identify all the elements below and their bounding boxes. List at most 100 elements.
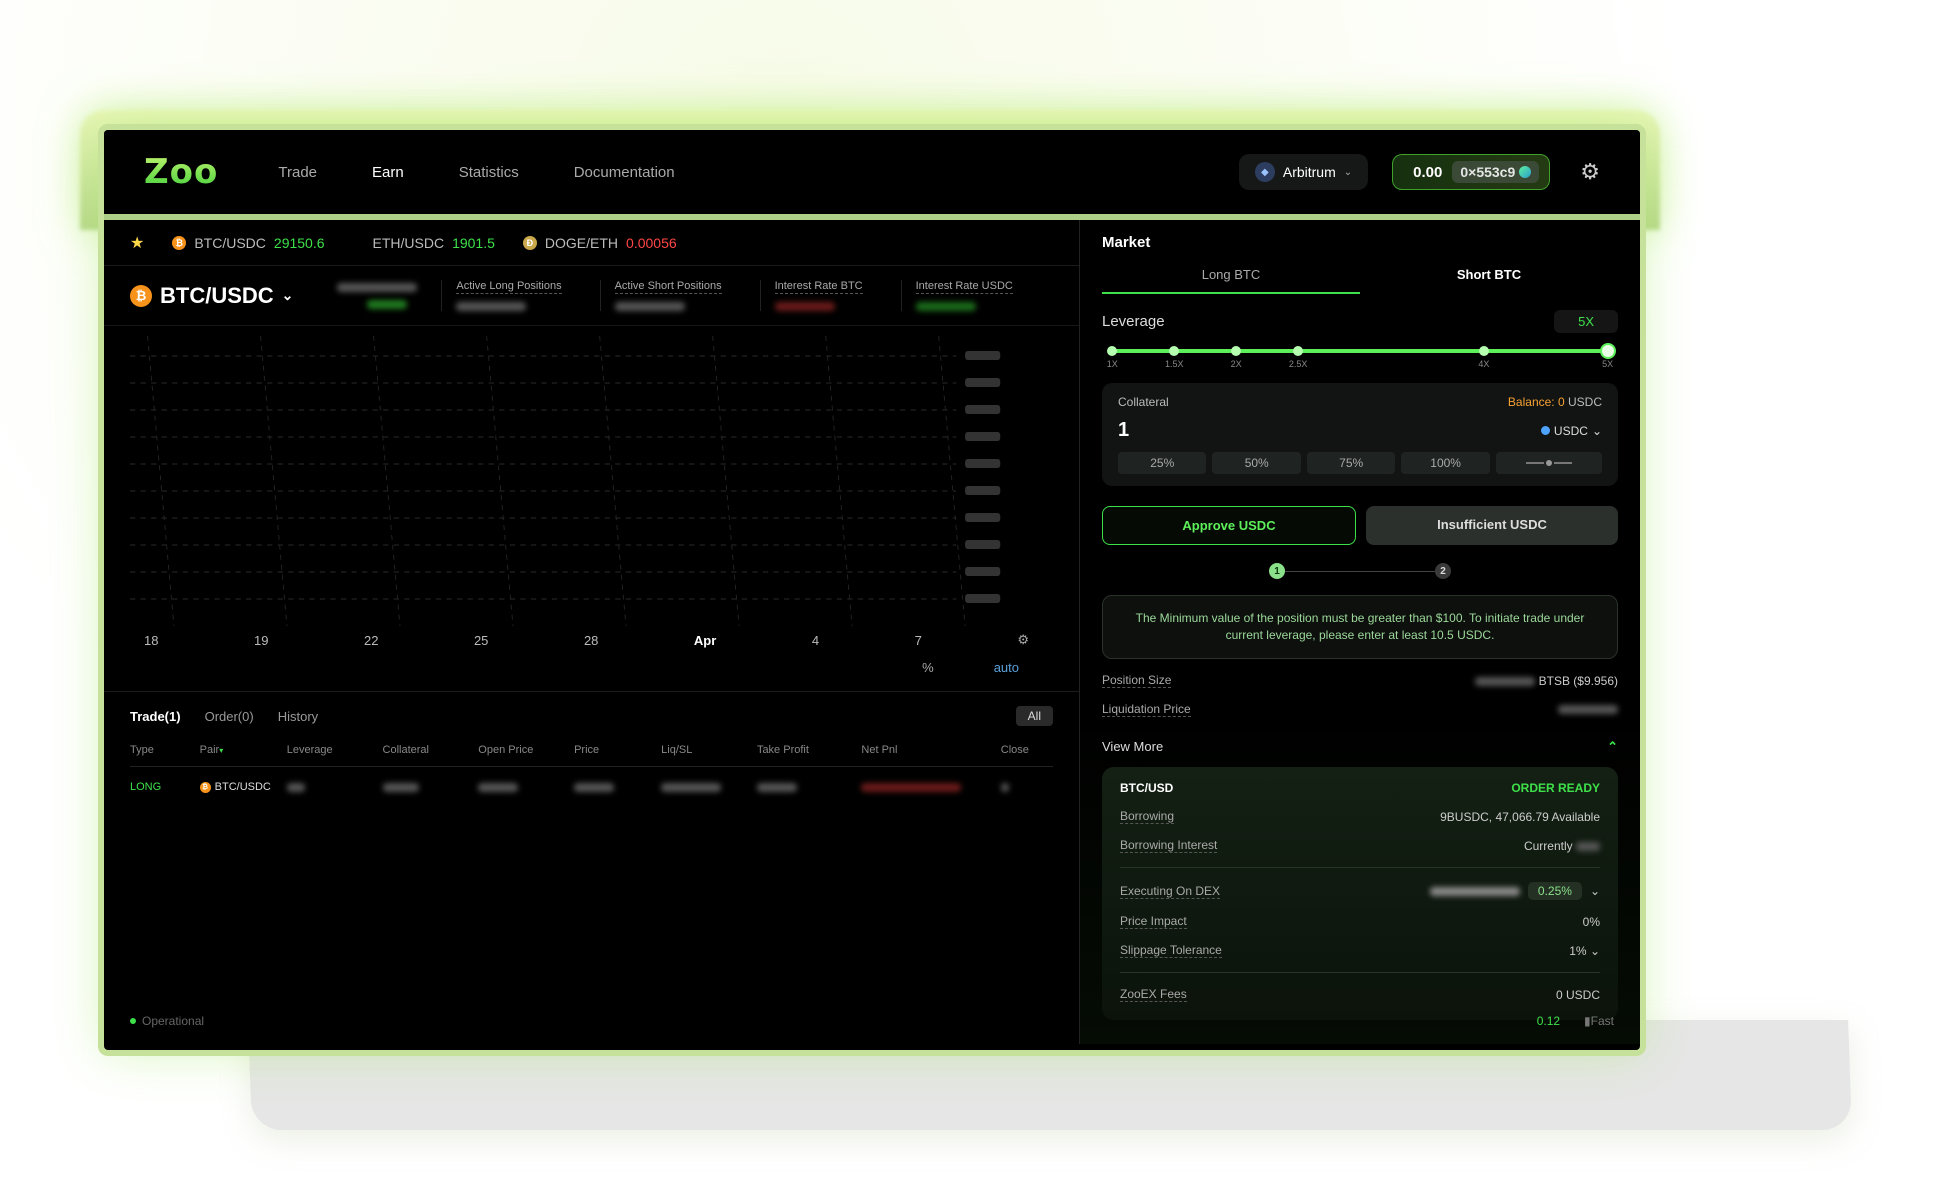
slider-tick-label: 4X xyxy=(1478,359,1490,369)
token-selector[interactable]: USDC ⌄ xyxy=(1540,423,1602,438)
tab-short[interactable]: Short BTC xyxy=(1360,261,1618,294)
tab-long[interactable]: Long BTC xyxy=(1102,261,1360,294)
order-pair: BTC/USD xyxy=(1120,781,1174,795)
chevron-down-icon: ⌄ xyxy=(1591,423,1602,438)
x-tick-label: 4 xyxy=(811,632,820,648)
y-tick-label xyxy=(965,405,1001,414)
slider-stop[interactable] xyxy=(1169,346,1180,356)
slider-stop[interactable] xyxy=(1293,346,1304,356)
positions-table: Type Pair▾ Leverage Collateral Open Pric… xyxy=(130,744,1053,807)
pct-50-button[interactable]: 50% xyxy=(1212,452,1301,474)
y-tick-label xyxy=(965,594,1001,603)
minimum-notice: The Minimum value of the position must b… xyxy=(1102,595,1618,659)
chevron-up-icon: ⌃ xyxy=(1607,739,1618,754)
y-tick-label xyxy=(965,540,1001,549)
grid-line-v xyxy=(486,335,514,627)
grid-line-v xyxy=(712,335,740,627)
slippage-row: Slippage Tolerance 1% ⌄ xyxy=(1120,943,1600,958)
chart-settings-icon[interactable]: ⚙ xyxy=(1017,632,1029,648)
y-tick-label xyxy=(965,378,1001,387)
price-impact-row: Price Impact 0% xyxy=(1120,914,1600,929)
x-tick-label: 25 xyxy=(473,632,489,648)
pct-25-button[interactable]: 25% xyxy=(1118,452,1207,474)
stat-active-short: Active Short Positions xyxy=(599,280,736,311)
y-tick-label xyxy=(965,486,1001,495)
slider-tick-label: 1.5X xyxy=(1164,359,1184,369)
view-more-toggle[interactable]: View More ⌃ xyxy=(1102,739,1618,755)
btc-icon: ₿ xyxy=(130,284,152,307)
nav-earn[interactable]: Earn xyxy=(372,164,404,181)
tab-trade[interactable]: Trade(1) xyxy=(130,709,181,724)
table-row[interactable]: LONG ₿ BTC/USDC xyxy=(130,767,1053,807)
collateral-label: Collateral xyxy=(1118,395,1169,409)
chevron-down-icon: ⌄ xyxy=(1589,943,1600,958)
slider-tick-label: 2X xyxy=(1230,359,1242,369)
custom-percent-slider[interactable] xyxy=(1495,452,1603,474)
favorite-star-icon[interactable]: ★ xyxy=(130,233,144,253)
stat-interest-usdc: Interest Rate USDC xyxy=(900,280,1027,311)
nav-trade[interactable]: Trade xyxy=(278,164,317,181)
percent-buttons: 25% 50% 75% 100% xyxy=(1118,452,1603,474)
wallet-balance: 0.00 xyxy=(1413,163,1443,181)
filter-all-button[interactable]: All xyxy=(1015,706,1053,726)
leverage-slider[interactable]: 1X 1.5X 2X 2.5X 4X 5X xyxy=(1102,339,1618,375)
slider-thumb[interactable] xyxy=(1599,343,1616,359)
panel-title: Market xyxy=(1102,234,1151,251)
executing-dex-row: Executing On DEX 0.25% ⌄ xyxy=(1120,882,1600,900)
stat-interest-btc: Interest Rate BTC xyxy=(759,280,877,311)
chevron-down-icon: ⌄ xyxy=(281,287,294,303)
x-tick-label: Apr xyxy=(693,632,717,648)
chart-options: % auto xyxy=(104,654,1079,681)
sort-pair[interactable]: Pair▾ xyxy=(200,744,287,756)
grid-line-v xyxy=(373,335,401,627)
collateral-input[interactable] xyxy=(1118,419,1318,442)
step-1: 1 xyxy=(1269,563,1285,579)
settings-gear-icon[interactable]: ⚙ xyxy=(1580,159,1600,185)
auto-scale-toggle[interactable]: auto xyxy=(994,660,1019,675)
pair-selector[interactable]: ₿ BTC/USDC ⌄ xyxy=(130,283,293,309)
leverage-value-input[interactable]: 5X xyxy=(1554,310,1618,333)
doge-icon: Ð xyxy=(522,235,537,250)
logo[interactable]: Zoo xyxy=(144,152,218,192)
status-indicator: Operational xyxy=(130,1014,204,1028)
y-tick-label xyxy=(965,459,1001,468)
arbitrum-icon: ◆ xyxy=(1254,162,1275,182)
usdc-icon xyxy=(1540,426,1550,435)
network-label: Arbitrum xyxy=(1282,164,1336,180)
nav-documentation[interactable]: Documentation xyxy=(574,164,675,181)
order-details: BTC/USD ORDER READY Borrowing 9BUSDC, 47… xyxy=(1102,767,1618,1020)
x-tick-label: 7 xyxy=(914,632,922,648)
insufficient-usdc-button[interactable]: Insufficient USDC xyxy=(1366,506,1618,545)
slider-tick-label: 2.5X xyxy=(1288,359,1308,369)
price-chart[interactable] xyxy=(130,326,1053,627)
ticker-item[interactable]: ₿ BTC/USDC 29150.6 xyxy=(172,235,325,251)
fees-row: ZooEX Fees 0 USDC xyxy=(1120,987,1600,1002)
slider-stop[interactable] xyxy=(1231,346,1242,356)
x-tick-label: 22 xyxy=(363,632,379,648)
ticker-item[interactable]: Ð DOGE/ETH 0.00056 xyxy=(522,235,677,251)
status-footer: 0.12 ▮Fast xyxy=(1537,1014,1614,1028)
approve-usdc-button[interactable]: Approve USDC xyxy=(1102,506,1356,545)
percent-scale-toggle[interactable]: % xyxy=(922,660,934,675)
btc-icon: ₿ xyxy=(172,235,187,250)
pct-100-button[interactable]: 100% xyxy=(1401,452,1490,474)
slider-stop[interactable] xyxy=(1478,346,1489,356)
btc-icon: ₿ xyxy=(199,781,211,793)
nav-statistics[interactable]: Statistics xyxy=(459,164,519,181)
network-selector[interactable]: ◆ Arbitrum ⌄ xyxy=(1238,154,1369,190)
y-tick-label xyxy=(965,513,1001,522)
close-position-button[interactable] xyxy=(1000,782,1009,792)
chevron-down-icon[interactable]: ⌄ xyxy=(1590,884,1600,898)
ticker-item[interactable]: ETH/USDC 1901.5 xyxy=(373,235,495,251)
version-label: 0.12 xyxy=(1536,1014,1561,1028)
positions-tabs: Trade(1) Order(0) History All xyxy=(130,706,1053,726)
borrowing-row: Borrowing 9BUSDC, 47,066.79 Available xyxy=(1120,809,1600,824)
pct-75-button[interactable]: 75% xyxy=(1306,452,1396,474)
wallet-button[interactable]: 0.00 0×553c9 xyxy=(1392,154,1551,190)
slider-stop[interactable] xyxy=(1107,346,1118,356)
slippage-selector[interactable]: 1% ⌄ xyxy=(1569,944,1600,958)
tab-order[interactable]: Order(0) xyxy=(205,709,254,724)
tab-history[interactable]: History xyxy=(278,709,318,724)
sort-arrow-icon: ▾ xyxy=(219,746,224,755)
grid-line-v xyxy=(825,335,853,627)
